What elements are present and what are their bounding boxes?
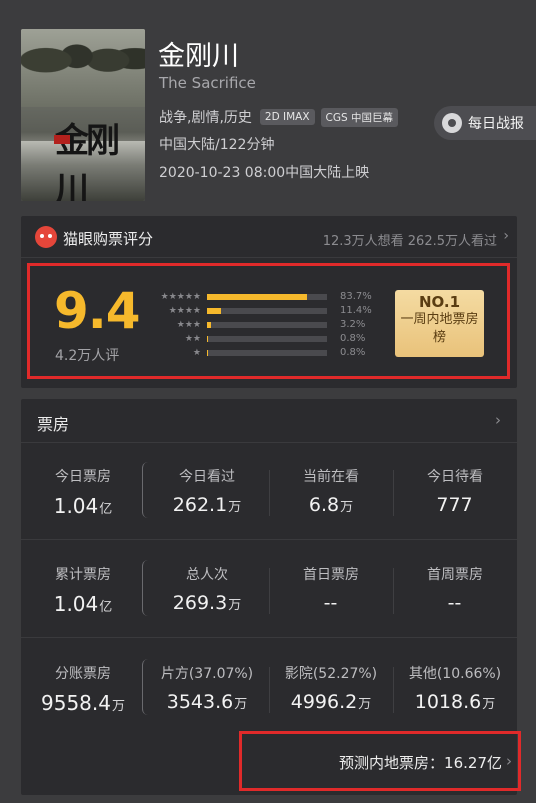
rating-source-label: 猫眼购票评分 [63,230,154,248]
metric-label: 当前在看 [303,469,359,485]
metric-unit: 万 [228,500,242,515]
box-office-cell: 分账票房 9558.4万 [21,641,145,715]
box-office-cell: 累计票房 1.04亿 [21,542,145,616]
maoyan-cat-icon [35,226,57,248]
column-divider [269,470,270,516]
metric-number: -- [323,592,338,614]
metric-number: 1.04 [53,592,99,616]
column-divider [393,667,394,713]
metric-unit: 万 [111,699,125,714]
poster-soldiers-image [21,29,145,107]
poster-title: 金刚川 [55,121,120,201]
highlight-box-rating [27,263,510,379]
metric-number: -- [447,592,462,614]
box-office-cell: 当前在看 6.8万 [269,444,393,516]
metric-unit: 万 [228,598,242,613]
metric-unit: 万 [482,697,496,712]
metric-label: 其他(10.66%) [408,666,502,682]
metric-value: 777 [393,494,517,516]
metric-label: 首周票房 [427,567,483,583]
metric-value: 4996.2万 [269,691,393,713]
format-tag-imax: 2D IMAX [259,109,315,125]
box-office-cell: 影院(52.27%) 4996.2万 [269,641,393,713]
rating-stats: 12.3万人想看 262.5万人看过 [322,234,497,249]
metric-unit: 万 [234,697,248,712]
box-office-title: 票房 [37,415,70,434]
metric-number: 6.8 [308,494,340,516]
metric-number: 777 [436,494,473,516]
metric-value: 3543.6万 [145,691,269,713]
metric-label: 影院(52.27%) [284,666,378,682]
metric-label: 今日待看 [427,469,483,485]
box-office-cell: 其他(10.66%) 1018.6万 [393,641,517,713]
brace-divider [142,462,150,518]
movie-title: 金刚川 [158,41,239,72]
box-office-row: 累计票房 1.04亿 总人次 269.3万 首日票房 -- 首周票房 -- [21,542,517,638]
metric-number: 1.04 [53,494,99,518]
metric-label: 分账票房 [55,666,111,682]
format-tag-cgs: CGS 中国巨幕 [320,107,399,127]
chevron-right-icon: › [503,228,509,244]
box-office-cell: 片方(37.07%) 3543.6万 [145,641,269,713]
metric-number: 9558.4 [41,691,111,715]
metric-label: 累计票房 [55,567,111,583]
metric-unit: 亿 [99,600,113,615]
metric-unit: 亿 [99,502,113,517]
movie-title-en: The Sacrifice [159,74,256,92]
box-office-row: 分账票房 9558.4万 片方(37.07%) 3543.6万 影院(52.27%) 49… [21,641,517,737]
metric-unit: 万 [358,697,372,712]
metric-number: 3543.6 [166,691,234,713]
metric-value: -- [269,592,393,614]
metric-value: 9558.4万 [21,691,145,715]
metric-value: 269.3万 [145,592,269,614]
brace-divider [142,659,150,715]
poster-red-seal [54,135,70,144]
metric-value: 6.8万 [269,494,393,516]
column-divider [269,568,270,614]
metric-label: 今日看过 [179,469,235,485]
metric-value: 1.04亿 [21,592,145,616]
metric-label: 片方(37.07%) [160,666,254,682]
metric-value: -- [393,592,517,614]
brace-divider [142,560,150,616]
metric-number: 1018.6 [414,691,482,713]
column-divider [269,667,270,713]
box-office-cell: 首日票房 -- [269,542,393,614]
movie-genres: 战争,剧情,历史 [159,110,252,126]
metric-label: 总人次 [186,567,228,583]
movie-origin-duration: 中国大陆/122分钟 [159,137,275,153]
movie-release: 2020-10-23 08:00中国大陆上映 [159,165,370,181]
rating-header[interactable]: 猫眼购票评分 12.3万人想看 262.5万人看过 › [21,216,517,258]
metric-number: 262.1 [172,494,228,516]
column-divider [393,568,394,614]
movie-poster[interactable]: 金刚川 [21,29,145,201]
box-office-cell: 首周票房 -- [393,542,517,614]
metric-label: 首日票房 [303,567,359,583]
box-office-cell: 今日待看 777 [393,444,517,516]
highlight-box-forecast [239,731,521,791]
box-office-cell: 今日票房 1.04亿 [21,444,145,518]
box-office-row: 今日票房 1.04亿 今日看过 262.1万 当前在看 6.8万 今日待看 777 [21,444,517,540]
genre-row: 战争,剧情,历史 2D IMAX CGS 中国巨幕 [159,107,399,127]
metric-label: 今日票房 [55,469,111,485]
box-office-cell: 今日看过 262.1万 [145,444,269,516]
medal-icon [442,113,462,133]
daily-report-label: 每日战报 [468,116,524,132]
box-office-cell: 总人次 269.3万 [145,542,269,614]
metric-unit: 万 [340,500,354,515]
chevron-right-icon: › [495,411,501,429]
metric-number: 269.3 [172,592,228,614]
metric-value: 1.04亿 [21,494,145,518]
daily-report-button[interactable]: 每日战报 [434,106,536,140]
metric-value: 1018.6万 [393,691,517,713]
box-office-header[interactable]: 票房 › [21,399,517,443]
metric-value: 262.1万 [145,494,269,516]
column-divider [393,470,394,516]
metric-number: 4996.2 [290,691,358,713]
